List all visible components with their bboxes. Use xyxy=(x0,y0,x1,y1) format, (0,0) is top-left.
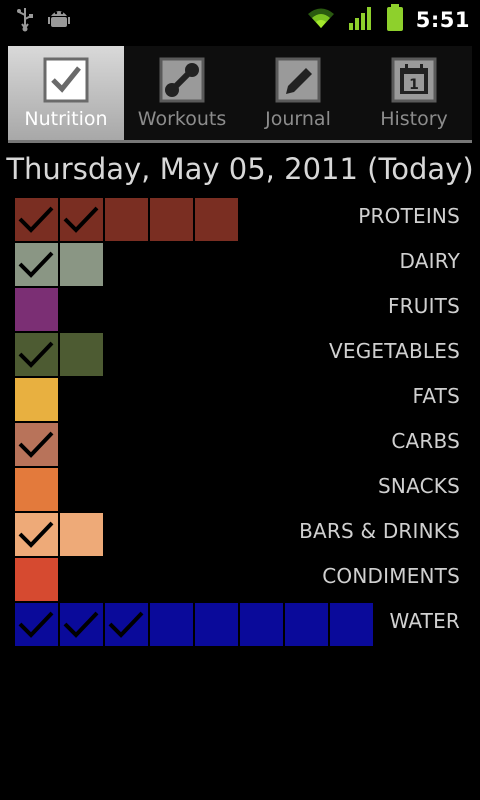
usb-icon xyxy=(16,6,34,36)
serving-box[interactable] xyxy=(60,198,103,241)
battery-icon xyxy=(386,4,404,36)
tab-history[interactable]: 1 History xyxy=(356,46,472,140)
serving-box[interactable] xyxy=(15,243,58,286)
food-group-label: FATS xyxy=(412,384,460,408)
calendar-icon: 1 xyxy=(390,56,438,104)
food-group-label: VEGETABLES xyxy=(329,339,460,363)
food-group-label: BARS & DRINKS xyxy=(299,519,460,543)
serving-box[interactable] xyxy=(60,243,103,286)
food-group-label: CONDIMENTS xyxy=(322,564,460,588)
food-group-label: SNACKS xyxy=(378,474,460,498)
check-icon xyxy=(42,56,90,104)
food-group-label: DAIRY xyxy=(399,249,460,273)
pencil-icon xyxy=(274,56,322,104)
checkmark-icon xyxy=(18,206,54,233)
food-group-row: FATS xyxy=(15,378,465,423)
food-group-row: WATER xyxy=(15,603,465,648)
serving-box[interactable] xyxy=(195,198,238,241)
serving-box[interactable] xyxy=(330,603,373,646)
serving-box[interactable] xyxy=(15,558,58,601)
serving-box[interactable] xyxy=(15,198,58,241)
checkmark-icon xyxy=(63,206,99,233)
food-group-row: VEGETABLES xyxy=(15,333,465,378)
serving-box[interactable] xyxy=(15,513,58,556)
food-group-row: CARBS xyxy=(15,423,465,468)
serving-box[interactable] xyxy=(285,603,328,646)
food-group-row: FRUITS xyxy=(15,288,465,333)
tab-label: Nutrition xyxy=(24,108,108,130)
serving-box[interactable] xyxy=(150,198,193,241)
serving-box[interactable] xyxy=(195,603,238,646)
food-group-label: FRUITS xyxy=(387,294,460,318)
signal-icon xyxy=(348,5,374,35)
serving-box[interactable] xyxy=(15,468,58,511)
checkmark-icon xyxy=(18,341,54,368)
serving-box[interactable] xyxy=(240,603,283,646)
checkmark-icon xyxy=(108,611,144,638)
tab-label: Journal xyxy=(265,108,331,130)
serving-box[interactable] xyxy=(105,603,148,646)
dumbbell-icon xyxy=(158,56,206,104)
tab-workouts[interactable]: Workouts xyxy=(124,46,240,140)
serving-box[interactable] xyxy=(15,378,58,421)
status-clock: 5:51 xyxy=(415,8,470,32)
food-group-label: PROTEINS xyxy=(358,204,460,228)
food-group-label: CARBS xyxy=(391,429,460,453)
food-group-row: SNACKS xyxy=(15,468,465,513)
food-group-label: WATER xyxy=(389,609,460,633)
serving-box[interactable] xyxy=(150,603,193,646)
food-group-row: CONDIMENTS xyxy=(15,558,465,603)
android-debug-icon xyxy=(48,6,70,36)
checkmark-icon xyxy=(18,251,54,278)
serving-box[interactable] xyxy=(15,333,58,376)
checkmark-icon xyxy=(18,521,54,548)
checkmark-icon xyxy=(18,431,54,458)
tab-nutrition[interactable]: Nutrition xyxy=(8,46,124,140)
serving-box[interactable] xyxy=(60,333,103,376)
serving-box[interactable] xyxy=(15,288,58,331)
food-group-row: BARS & DRINKS xyxy=(15,513,465,558)
checkmark-icon xyxy=(63,611,99,638)
food-group-list: PROTEINS DAIRY FRUITS VEGETABLES FATS CARBS SN… xyxy=(15,198,465,648)
calendar-day: 1 xyxy=(409,77,419,93)
status-bar: 5:51 xyxy=(0,0,480,38)
wifi-icon xyxy=(306,6,336,34)
serving-box[interactable] xyxy=(15,423,58,466)
tab-journal[interactable]: Journal xyxy=(240,46,356,140)
date-title: Thursday, May 05, 2011 (Today) xyxy=(6,152,474,186)
serving-box[interactable] xyxy=(15,603,58,646)
serving-box[interactable] xyxy=(60,513,103,556)
checkmark-icon xyxy=(18,611,54,638)
food-group-row: PROTEINS xyxy=(15,198,465,243)
tab-label: Workouts xyxy=(137,108,227,130)
tab-bar: Nutrition Workouts Journal 1 History xyxy=(8,46,472,143)
serving-box[interactable] xyxy=(60,603,103,646)
tab-label: History xyxy=(380,108,448,130)
food-group-row: DAIRY xyxy=(15,243,465,288)
serving-box[interactable] xyxy=(105,198,148,241)
